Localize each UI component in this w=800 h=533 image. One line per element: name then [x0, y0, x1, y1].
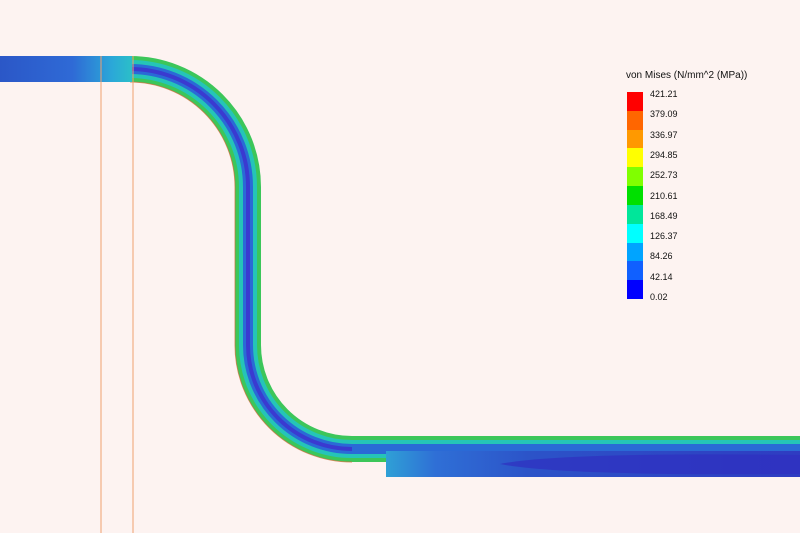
legend-label: 294.85 — [650, 149, 678, 160]
legend-label: 421.21 — [650, 89, 678, 99]
legend-label: 379.09 — [650, 109, 678, 120]
legend-labels: 421.21 379.09 336.97 294.85 252.73 210.61 168.… — [650, 89, 730, 302]
legend-swatch — [627, 92, 643, 111]
legend-label: 168.49 — [650, 210, 678, 221]
legend-color-bar — [627, 92, 643, 299]
legend-swatch — [627, 186, 643, 205]
legend-swatch — [627, 204, 643, 224]
legend-label: 84.26 — [650, 251, 673, 262]
legend-swatch — [627, 261, 643, 281]
legend-label: 126.37 — [650, 231, 678, 242]
legend-swatch — [627, 167, 643, 187]
legend-label: 42.14 — [650, 271, 673, 282]
legend-swatch — [627, 280, 643, 299]
legend-label: 210.61 — [650, 190, 678, 201]
legend-label: 336.97 — [650, 129, 678, 140]
legend-swatch — [627, 110, 643, 130]
legend-label: 252.73 — [650, 170, 678, 181]
legend-swatch — [627, 223, 643, 243]
stress-legend: von Mises (N/mm^2 (MPa)) 421.21 379.09 336… — [620, 70, 790, 302]
simulation-viewport[interactable]: von Mises (N/mm^2 (MPa)) 421.21 379.09 336… — [0, 0, 800, 533]
pipe-left-segment — [0, 56, 132, 82]
legend-swatch — [627, 129, 643, 149]
legend-title: von Mises (N/mm^2 (MPa)) — [626, 70, 748, 81]
legend-swatch — [627, 148, 643, 168]
legend-swatch — [627, 242, 643, 262]
legend-label: 0.02 — [650, 292, 668, 302]
